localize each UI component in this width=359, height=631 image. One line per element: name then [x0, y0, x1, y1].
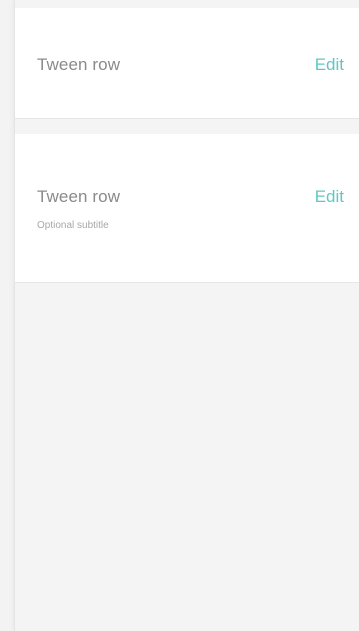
row-subtitle: Optional subtitle [37, 220, 109, 231]
tween-row-card: Tween row Edit [15, 8, 359, 119]
edit-button[interactable]: Edit [315, 187, 344, 207]
row-title: Tween row [37, 187, 121, 206]
edit-button[interactable]: Edit [315, 55, 344, 75]
tween-row-card-with-subtitle: Tween row Optional subtitle Edit [15, 134, 359, 283]
row-title: Tween row [37, 55, 121, 74]
settings-panel: Tween row Edit Tween row Optional subtit… [14, 0, 359, 631]
